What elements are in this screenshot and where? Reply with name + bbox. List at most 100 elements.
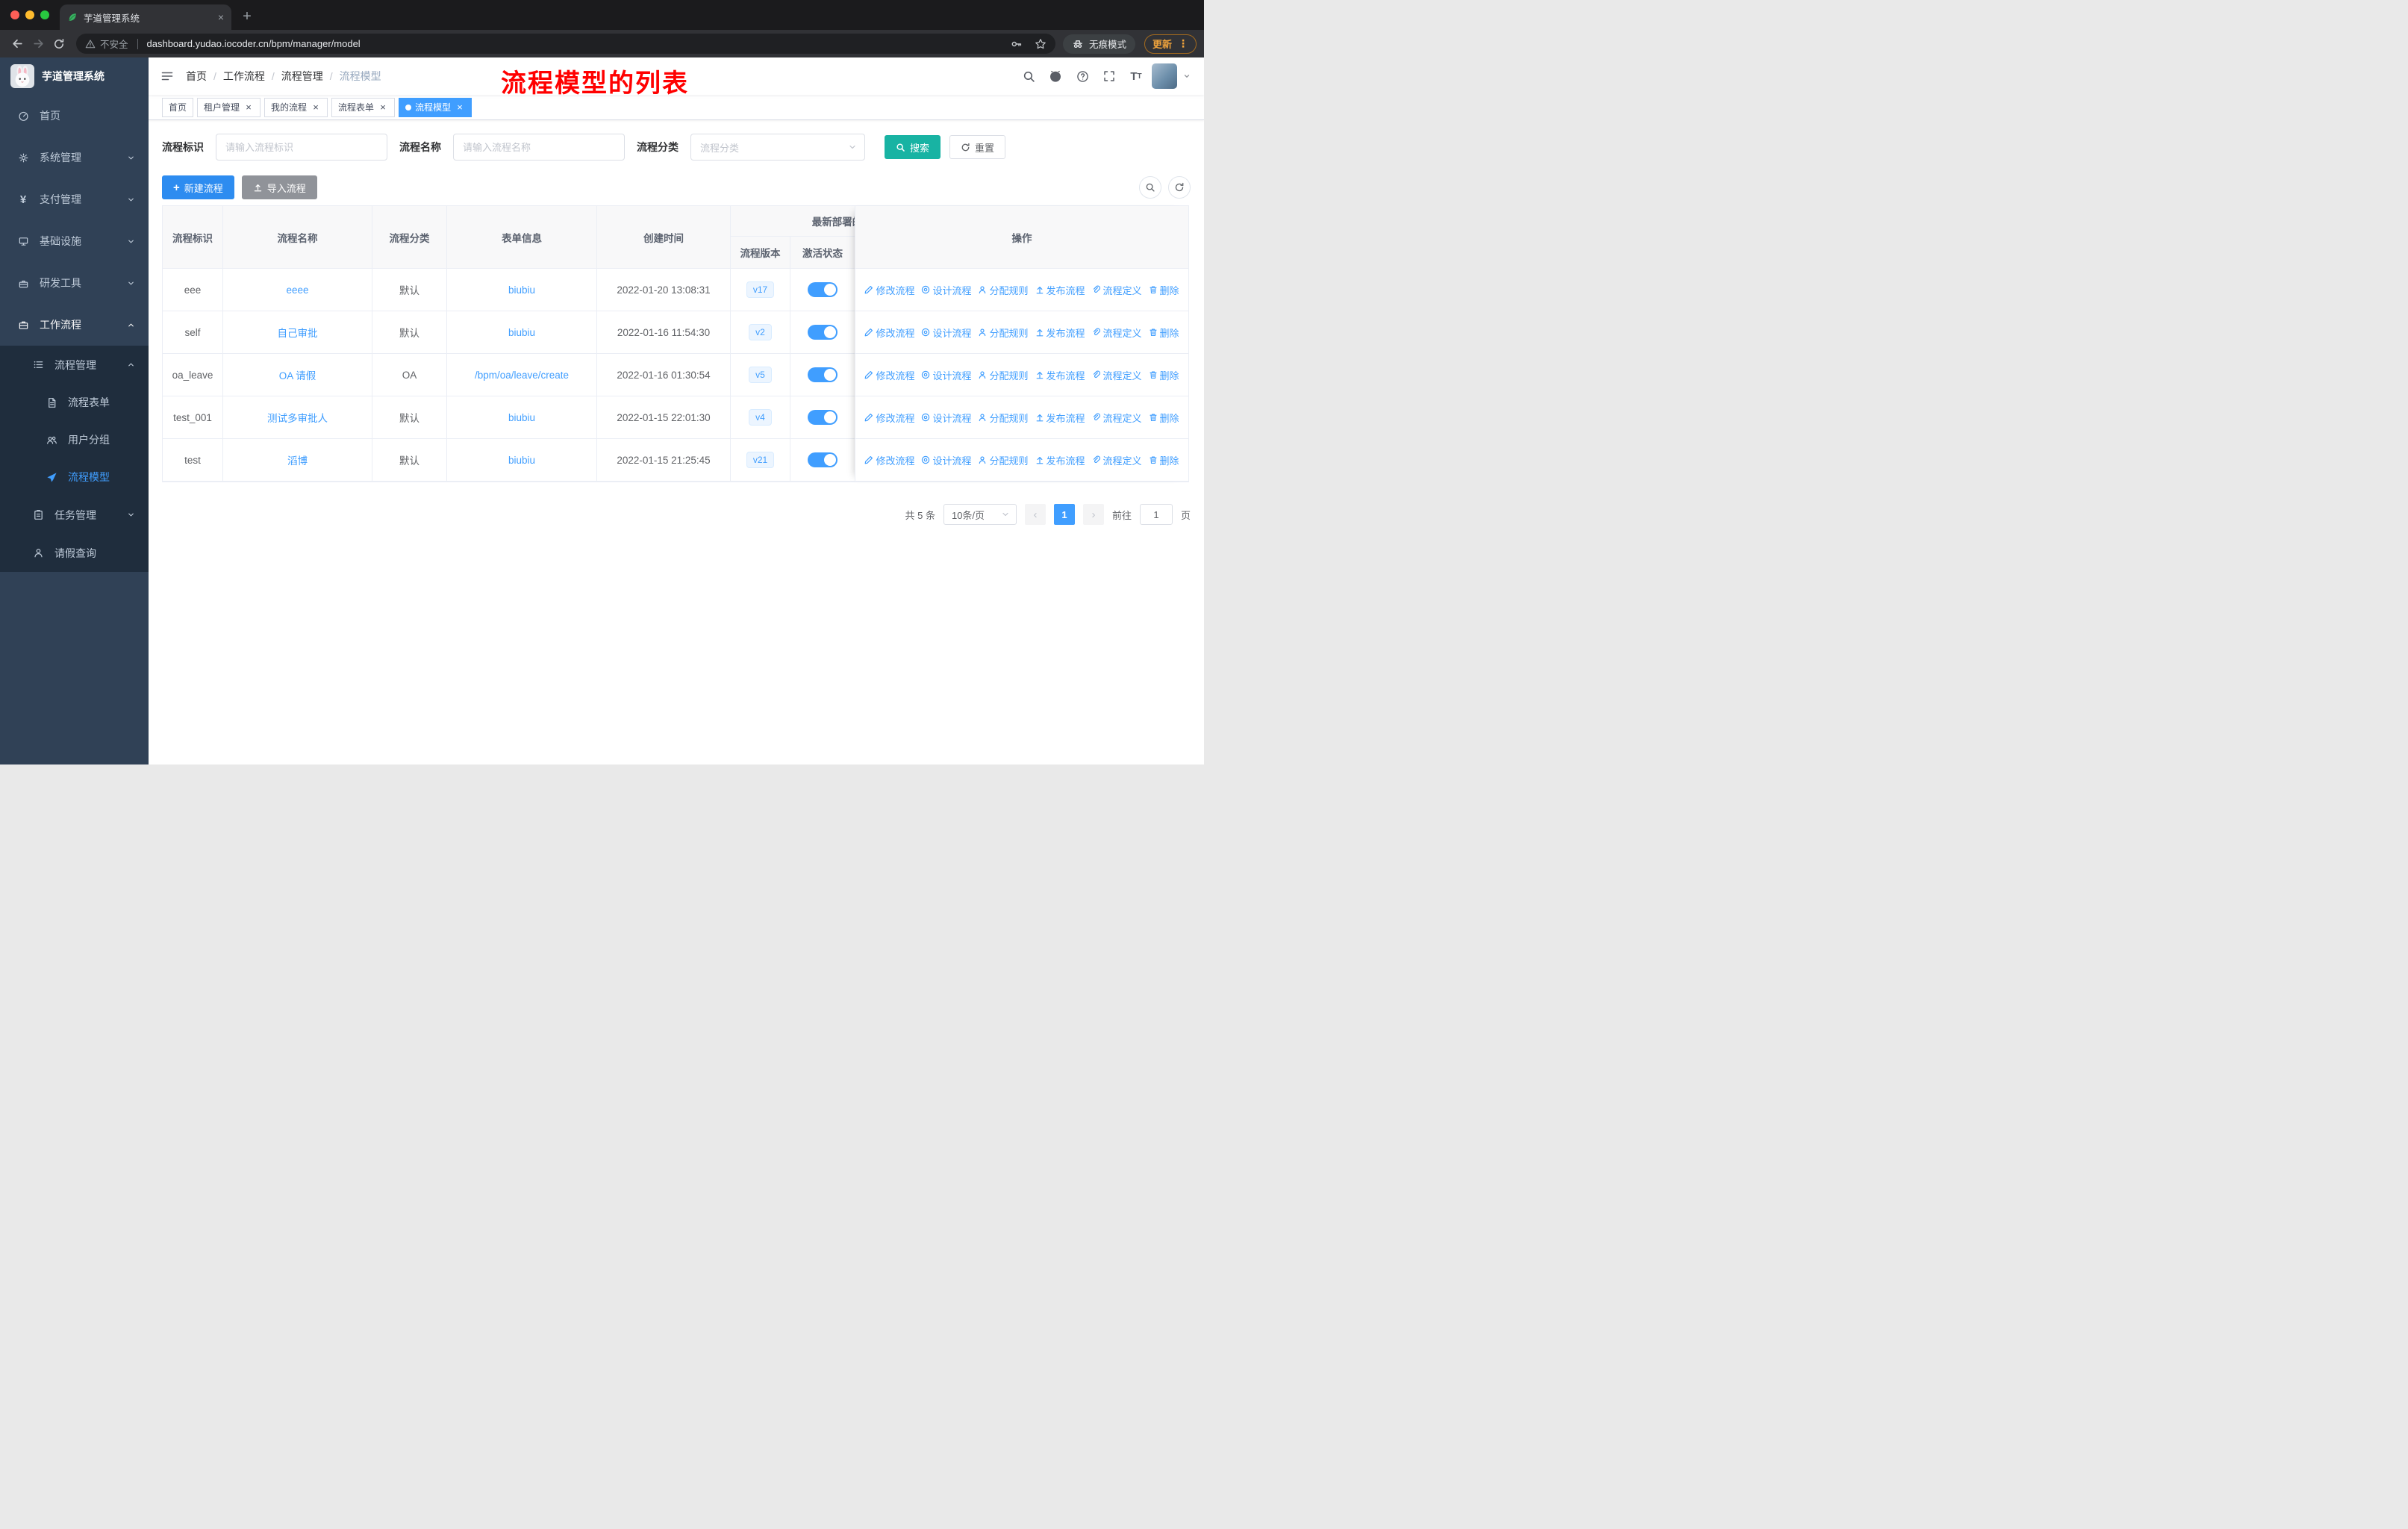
sidebar-item-dev-tools[interactable]: 研发工具 [0,262,149,304]
form-info-link[interactable]: biubiu [508,327,535,338]
form-info-link[interactable]: biubiu [508,284,535,296]
design-process-action[interactable]: 设计流程 [921,453,971,467]
search-button[interactable]: 搜索 [885,135,941,159]
delete-action[interactable]: 删除 [1149,326,1179,340]
sidebar-item-infrastructure[interactable]: 基础设施 [0,220,149,262]
process-category-select[interactable]: 流程分类 [690,134,865,161]
breadcrumb-workflow[interactable]: 工作流程 [223,69,265,84]
publish-process-action[interactable]: 发布流程 [1035,283,1085,297]
tag-process-model[interactable]: 流程模型 × [399,97,472,117]
breadcrumb-process-management[interactable]: 流程管理 [281,69,323,84]
page-size-select[interactable]: 10条/页 [943,504,1017,525]
sidebar-item-process-management[interactable]: 流程管理 [0,346,149,384]
close-icon[interactable]: × [455,102,465,113]
process-definition-action[interactable]: 流程定义 [1092,283,1142,297]
fullscreen-icon[interactable] [1098,65,1120,87]
github-icon[interactable] [1044,65,1067,87]
assign-rule-action[interactable]: 分配规则 [978,283,1029,297]
assign-rule-action[interactable]: 分配规则 [978,326,1029,340]
design-process-action[interactable]: 设计流程 [921,411,971,425]
back-button[interactable] [7,34,27,54]
sidebar-collapse-button[interactable] [149,69,186,83]
forward-button[interactable] [28,34,48,54]
delete-action[interactable]: 删除 [1149,368,1179,382]
page-number-button[interactable]: 1 [1053,504,1075,525]
prev-page-button[interactable]: ‹ [1024,504,1046,525]
assign-rule-action[interactable]: 分配规则 [978,453,1029,467]
form-info-link[interactable]: biubiu [508,455,535,466]
refresh-table-button[interactable] [1168,176,1191,199]
delete-action[interactable]: 删除 [1149,283,1179,297]
process-name-link[interactable]: 滔博 [287,452,308,467]
assign-rule-action[interactable]: 分配规则 [978,368,1029,382]
tag-my-process[interactable]: 我的流程 × [264,97,328,117]
font-size-icon[interactable]: TT [1125,65,1147,87]
url-bar[interactable]: 不安全 dashboard.yudao.iocoder.cn/bpm/manag… [76,34,1055,54]
process-definition-action[interactable]: 流程定义 [1092,326,1142,340]
sidebar-item-task-management[interactable]: 任务管理 [0,496,149,534]
modify-process-action[interactable]: 修改流程 [864,411,914,425]
process-definition-action[interactable]: 流程定义 [1092,368,1142,382]
delete-action[interactable]: 删除 [1149,453,1179,467]
close-icon[interactable]: × [311,102,321,113]
process-name-link[interactable]: 测试多审批人 [267,410,328,425]
modify-process-action[interactable]: 修改流程 [864,453,914,467]
design-process-action[interactable]: 设计流程 [921,326,971,340]
bookmark-star-icon[interactable] [1035,38,1047,50]
modify-process-action[interactable]: 修改流程 [864,283,914,297]
tag-home[interactable]: 首页 [162,97,194,117]
sidebar-item-user-group[interactable]: 用户分组 [0,421,149,458]
create-process-button[interactable]: + 新建流程 [162,175,234,199]
process-definition-action[interactable]: 流程定义 [1092,411,1142,425]
form-info-link[interactable]: biubiu [508,412,535,423]
help-icon[interactable] [1071,65,1094,87]
form-info-link[interactable]: /bpm/oa/leave/create [475,370,569,381]
tag-tenant-management[interactable]: 租户管理 × [197,97,261,117]
tab-close-icon[interactable]: × [218,11,224,23]
process-key-input[interactable] [216,134,387,161]
design-process-action[interactable]: 设计流程 [921,283,971,297]
publish-process-action[interactable]: 发布流程 [1035,411,1085,425]
process-name-link[interactable]: eeee [286,284,308,296]
toggle-search-button[interactable] [1139,176,1161,199]
browser-update-button[interactable]: 更新 ⋮ [1144,34,1197,54]
sidebar-item-workflow[interactable]: 工作流程 [0,304,149,346]
breadcrumb-home[interactable]: 首页 [186,69,207,84]
active-status-toggle[interactable] [808,325,838,340]
search-icon[interactable] [1017,65,1040,87]
active-status-toggle[interactable] [808,367,838,382]
window-close-button[interactable] [10,10,19,19]
active-status-toggle[interactable] [808,410,838,425]
new-tab-button[interactable]: + [236,5,258,28]
close-icon[interactable]: × [378,102,388,113]
active-status-toggle[interactable] [808,282,838,297]
sidebar-item-payment[interactable]: ¥ 支付管理 [0,178,149,220]
next-page-button[interactable]: › [1082,504,1104,525]
active-status-toggle[interactable] [808,452,838,467]
process-name-link[interactable]: 自己审批 [278,325,318,340]
window-minimize-button[interactable] [25,10,34,19]
process-definition-action[interactable]: 流程定义 [1092,453,1142,467]
assign-rule-action[interactable]: 分配规则 [978,411,1029,425]
sidebar-item-process-form[interactable]: 流程表单 [0,384,149,421]
modify-process-action[interactable]: 修改流程 [864,368,914,382]
browser-tab[interactable]: 芋道管理系统 × [60,4,231,30]
close-icon[interactable]: × [243,102,254,113]
process-name-link[interactable]: OA 请假 [279,367,316,382]
modify-process-action[interactable]: 修改流程 [864,326,914,340]
security-warning-icon[interactable] [85,39,96,49]
sidebar-item-home[interactable]: 首页 [0,95,149,137]
goto-page-input[interactable] [1139,504,1173,525]
delete-action[interactable]: 删除 [1149,411,1179,425]
sidebar-item-system[interactable]: 系统管理 [0,137,149,178]
import-process-button[interactable]: 导入流程 [241,175,317,199]
process-name-input[interactable] [453,134,625,161]
reset-button[interactable]: 重置 [949,135,1006,159]
tag-process-form[interactable]: 流程表单 × [331,97,396,117]
window-zoom-button[interactable] [40,10,49,19]
publish-process-action[interactable]: 发布流程 [1035,326,1085,340]
password-key-icon[interactable] [1011,38,1023,50]
design-process-action[interactable]: 设计流程 [921,368,971,382]
publish-process-action[interactable]: 发布流程 [1035,453,1085,467]
reload-button[interactable] [49,34,69,54]
